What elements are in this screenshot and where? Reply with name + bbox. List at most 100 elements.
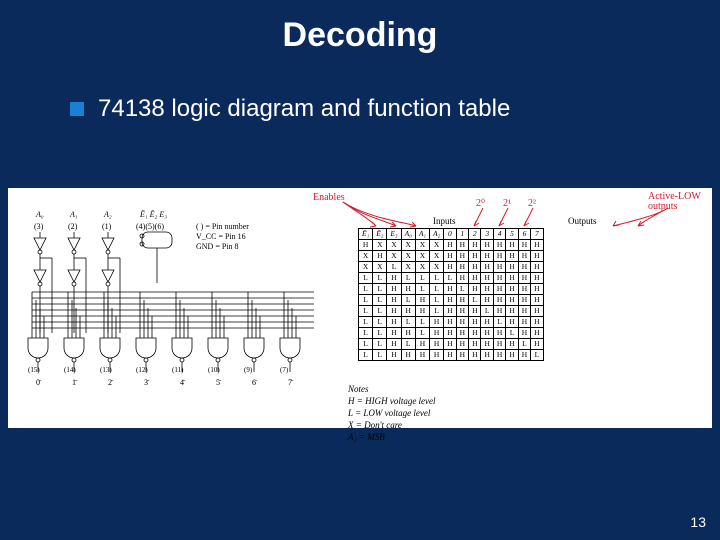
- table-cell: H: [444, 240, 456, 251]
- table-cell: L: [415, 317, 429, 328]
- out-pin: (13): [100, 366, 112, 374]
- out-label: 3̄: [144, 378, 148, 387]
- table-cell: H: [493, 262, 505, 273]
- table-cell: H: [506, 295, 518, 306]
- table-cell: H: [387, 295, 401, 306]
- table-cell: X: [415, 240, 429, 251]
- table-cell: H: [456, 295, 468, 306]
- table-cell: H: [401, 328, 415, 339]
- table-row: LLHLLHHHHHLHHH: [359, 317, 544, 328]
- table-cell: L: [359, 350, 373, 361]
- table-cell: L: [359, 328, 373, 339]
- table-cell: L: [387, 262, 401, 273]
- table-cell: H: [481, 251, 493, 262]
- th-output: 4: [493, 229, 505, 240]
- th-input: A₂: [430, 229, 444, 240]
- table-cell: L: [359, 295, 373, 306]
- table-cell: H: [531, 339, 543, 350]
- table-cell: H: [518, 350, 530, 361]
- table-cell: H: [518, 262, 530, 273]
- table-cell: H: [481, 284, 493, 295]
- th-output: 5: [506, 229, 518, 240]
- table-cell: H: [493, 251, 505, 262]
- table-cell: H: [493, 295, 505, 306]
- table-cell: H: [387, 328, 401, 339]
- table-cell: L: [531, 350, 543, 361]
- table-cell: H: [401, 306, 415, 317]
- table-cell: X: [401, 262, 415, 273]
- table-cell: H: [506, 251, 518, 262]
- table-cell: H: [444, 306, 456, 317]
- table-cell: H: [518, 317, 530, 328]
- table-cell: H: [531, 262, 543, 273]
- table-cell: L: [359, 273, 373, 284]
- table-cell: L: [359, 306, 373, 317]
- table-cell: H: [456, 317, 468, 328]
- out-pin: (12): [136, 366, 148, 374]
- table-cell: L: [415, 273, 429, 284]
- table-cell: L: [401, 273, 415, 284]
- table-cell: L: [401, 317, 415, 328]
- table-cell: X: [359, 262, 373, 273]
- table-cell: H: [444, 350, 456, 361]
- figure: Enables Inputs Outputs Active-LOW output…: [8, 188, 712, 428]
- table-cell: L: [373, 295, 387, 306]
- table-cell: H: [506, 350, 518, 361]
- table-cell: L: [456, 284, 468, 295]
- slide-title: Decoding: [0, 0, 720, 65]
- table-cell: H: [444, 328, 456, 339]
- notes-l2: L = LOW voltage level: [348, 407, 436, 419]
- table-cell: L: [430, 306, 444, 317]
- table-cell: H: [518, 273, 530, 284]
- th-input: Ē₁: [359, 229, 373, 240]
- table-cell: L: [373, 273, 387, 284]
- out-label: 6̄: [252, 378, 256, 387]
- table-row: XXLXXXHHHHHHHH: [359, 262, 544, 273]
- table-cell: H: [430, 350, 444, 361]
- table-cell: H: [387, 306, 401, 317]
- th-output: 1: [456, 229, 468, 240]
- table-cell: L: [469, 295, 481, 306]
- table-cell: H: [506, 339, 518, 350]
- table-cell: H: [415, 306, 429, 317]
- function-table: Ē₁Ē₂E₃A₀A₁A₂01234567 HXXXXXHHHHHHHHXHXXX…: [358, 228, 544, 361]
- notes-l1: H = HIGH voltage level: [348, 395, 436, 407]
- table-cell: X: [359, 251, 373, 262]
- th-input: A₁: [415, 229, 429, 240]
- table-cell: H: [469, 262, 481, 273]
- table-cell: X: [430, 251, 444, 262]
- out-pin: (11): [172, 366, 183, 374]
- table-cell: L: [430, 273, 444, 284]
- table-cell: L: [359, 339, 373, 350]
- table-cell: H: [430, 317, 444, 328]
- th-output: 3: [481, 229, 493, 240]
- table-cell: H: [518, 284, 530, 295]
- table-cell: H: [456, 273, 468, 284]
- table-cell: H: [481, 273, 493, 284]
- table-cell: X: [387, 251, 401, 262]
- th-input: Ē₂: [373, 229, 387, 240]
- table-row: LLHHLHHHHHHLHH: [359, 328, 544, 339]
- table-cell: X: [401, 240, 415, 251]
- table-row: HXXXXXHHHHHHHH: [359, 240, 544, 251]
- table-row: LLHHHHHHHHHHHL: [359, 350, 544, 361]
- table-cell: H: [518, 306, 530, 317]
- table-cell: H: [506, 273, 518, 284]
- table-cell: H: [387, 284, 401, 295]
- table-cell: H: [415, 339, 429, 350]
- out-label: 7̄: [288, 378, 292, 387]
- table-cell: L: [401, 339, 415, 350]
- table-cell: L: [373, 328, 387, 339]
- table-cell: H: [469, 328, 481, 339]
- table-cell: H: [456, 339, 468, 350]
- table-cell: H: [444, 317, 456, 328]
- th-output: 2: [469, 229, 481, 240]
- table-cell: H: [469, 251, 481, 262]
- th-input: A₀: [401, 229, 415, 240]
- schematic-svg: [14, 188, 344, 418]
- table-cell: H: [518, 295, 530, 306]
- table-cell: H: [456, 240, 468, 251]
- table-cell: H: [401, 284, 415, 295]
- table-cell: H: [493, 339, 505, 350]
- table-cell: H: [387, 273, 401, 284]
